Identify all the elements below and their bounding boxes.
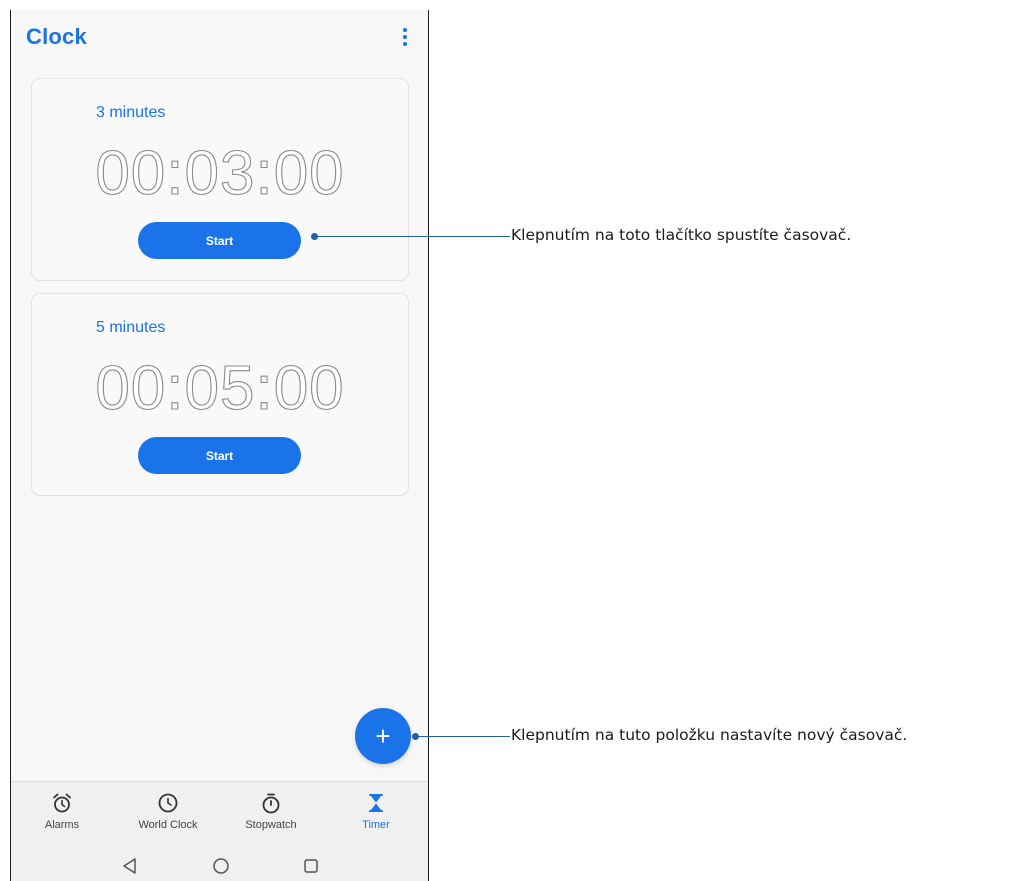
tab-world-clock[interactable]: World Clock	[123, 792, 213, 831]
start-button[interactable]: Start	[138, 437, 301, 474]
tab-label: Alarms	[44, 819, 80, 831]
tab-label: Timer	[362, 819, 390, 831]
phone-screen: Clock 3 minutes 00:03:00 Start 5 minutes…	[10, 10, 429, 881]
alarm-icon	[53, 793, 71, 813]
system-navigation-bar	[11, 854, 428, 880]
tab-label: World Clock	[138, 819, 198, 831]
callout-line	[315, 236, 510, 238]
tab-stopwatch[interactable]: Stopwatch	[226, 792, 316, 831]
tab-timer[interactable]: Timer	[331, 792, 421, 831]
add-timer-button[interactable]: +	[355, 708, 411, 764]
home-icon[interactable]	[209, 854, 233, 878]
start-button[interactable]: Start	[138, 222, 301, 259]
tab-alarms[interactable]: Alarms	[17, 792, 107, 831]
hourglass-icon	[369, 794, 383, 812]
back-icon[interactable]	[118, 854, 142, 878]
recents-icon[interactable]	[299, 854, 323, 878]
stopwatch-icon	[262, 793, 280, 814]
more-options-icon[interactable]	[398, 25, 412, 49]
callout-line	[416, 736, 510, 738]
timer-card[interactable]: 3 minutes 00:03:00 Start	[31, 78, 409, 281]
callout-text: Klepnutím na tuto položku nastavíte nový…	[511, 726, 908, 744]
callout-text: Klepnutím na toto tlačítko spustíte časo…	[511, 226, 852, 244]
timer-label: 5 minutes	[96, 319, 166, 336]
tab-label: Stopwatch	[245, 819, 297, 831]
timer-time: 00:03:00	[95, 138, 345, 208]
timer-card[interactable]: 5 minutes 00:05:00 Start	[31, 293, 409, 496]
app-title: Clock	[26, 24, 87, 49]
timer-time: 00:05:00	[95, 353, 345, 423]
timer-label: 3 minutes	[96, 104, 166, 121]
clock-icon	[158, 793, 178, 813]
bottom-navigation: Alarms World Clock Stopwatch Timer	[11, 781, 428, 881]
